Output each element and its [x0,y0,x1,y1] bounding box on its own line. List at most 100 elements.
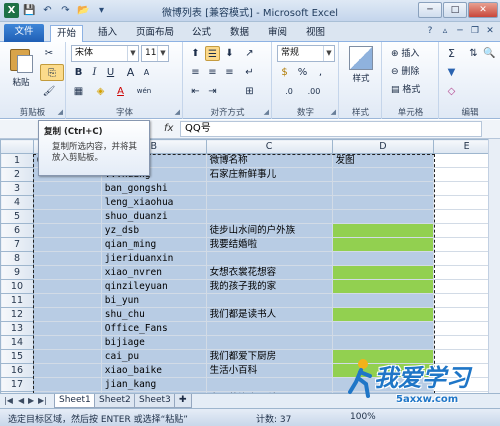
cell-d[interactable] [331,293,435,308]
row-header[interactable]: 1 [0,153,34,168]
cell-b[interactable]: jieriduanxin [100,251,207,266]
row-header[interactable]: 9 [0,265,34,280]
insert-cells-button[interactable]: ⊕ 插入 [391,46,419,59]
ribbon-minimize-icon[interactable]: ▵ [439,25,451,37]
number-dialog-launcher-icon[interactable]: ◢ [331,108,336,116]
cell-a[interactable] [32,307,102,322]
cell-c[interactable] [205,181,333,196]
alignment-dialog-launcher-icon[interactable]: ◢ [264,108,269,116]
grow-font-icon[interactable]: A [123,65,138,80]
align-left-icon[interactable]: ≡ [188,65,203,80]
underline-button[interactable]: U [103,65,118,80]
cell-b[interactable]: jian_kang [100,377,207,392]
tab-view[interactable]: 视图 [300,25,331,42]
column-header-d[interactable]: D [331,139,435,154]
row-header[interactable]: 12 [0,307,34,322]
sort-filter-icon[interactable]: ⇅ [466,46,481,61]
cell-b[interactable]: qian_ming [100,237,207,252]
italic-button[interactable]: I [87,65,102,80]
comma-icon[interactable]: , [313,65,328,80]
align-middle-icon[interactable]: ☰ [205,46,220,61]
currency-icon[interactable]: $ [277,65,292,80]
cell-d[interactable] [331,181,435,196]
cell-c[interactable]: 我的孩子我的家 [205,279,333,294]
sheet-nav-next-icon[interactable]: ▶ [28,396,34,405]
cell-b[interactable]: xiao_nvren [100,265,207,280]
cell-a[interactable] [32,181,102,196]
sheet-nav-first-icon[interactable]: |◀ [4,396,13,405]
fill-color-icon[interactable]: ◈ [93,84,108,99]
cell-b[interactable]: shuo_duanzi [100,209,207,224]
autosum-icon[interactable]: Σ [444,46,459,61]
cell-d[interactable] [331,279,435,294]
bold-button[interactable]: B [71,65,86,80]
cell-c[interactable] [205,209,333,224]
cell-d[interactable] [331,321,435,336]
row-header[interactable]: 2 [0,167,34,182]
cell-c[interactable] [205,293,333,308]
cell-a[interactable] [32,251,102,266]
align-bottom-icon[interactable]: ⬇ [222,46,237,61]
sheet-tab-2[interactable]: Sheet2 [94,394,136,408]
cell-c[interactable]: 女想衣裳花想容 [205,265,333,280]
cell-a[interactable] [32,223,102,238]
cell-d[interactable] [331,167,435,182]
row-header[interactable]: 4 [0,195,34,210]
row-header[interactable]: 15 [0,349,34,364]
cell-a[interactable] [32,209,102,224]
decrease-decimal-icon[interactable]: .00 [303,84,325,99]
number-format-combo[interactable]: 常规 ▼ [277,45,335,62]
cell-d[interactable] [331,223,435,238]
tab-data[interactable]: 数据 [224,25,255,42]
decrease-indent-icon[interactable]: ⇤ [188,84,203,99]
maximize-button[interactable]: □ [443,2,467,18]
sheet-nav-last-icon[interactable]: ▶| [38,396,47,405]
select-all-corner[interactable] [0,139,34,154]
help-icon[interactable]: ? [424,25,436,37]
percent-icon[interactable]: % [295,65,310,80]
format-cells-button[interactable]: ▤ 格式 [391,82,420,95]
tab-formulas[interactable]: 公式 [186,25,217,42]
tab-page-layout[interactable]: 页面布局 [130,25,180,42]
cell-d[interactable] [331,335,435,350]
orientation-icon[interactable]: ↗ [242,46,257,61]
cell-d[interactable] [331,265,435,280]
cell-d[interactable] [331,251,435,266]
cell-a[interactable] [32,335,102,350]
font-color-icon[interactable]: A [113,84,128,99]
sheet-nav-prev-icon[interactable]: ◀ [18,396,24,405]
cell-a[interactable] [32,265,102,280]
cell-b[interactable]: Office_Fans [100,321,207,336]
cell-c[interactable]: 我们都是读书人 [205,307,333,322]
font-size-combo[interactable]: 11 ▼ [141,45,169,62]
close-button[interactable]: ✕ [468,2,498,18]
cell-c[interactable] [205,377,333,392]
cell-a[interactable] [32,195,102,210]
find-select-icon[interactable]: 🔍 [482,46,497,61]
merge-cells-icon[interactable]: ⊞ [242,84,257,99]
column-header-c[interactable]: C [205,139,333,154]
row-header[interactable]: 17 [0,377,34,392]
cell-a[interactable] [32,279,102,294]
row-header[interactable]: 5 [0,209,34,224]
cell-c[interactable] [205,251,333,266]
cell-a[interactable] [32,237,102,252]
cell-c[interactable]: 我们都爱下厨房 [205,349,333,364]
row-header[interactable]: 14 [0,335,34,350]
tab-insert[interactable]: 插入 [92,25,123,42]
align-center-icon[interactable]: ≡ [205,65,220,80]
cell-c[interactable] [205,321,333,336]
copy-icon[interactable]: ⎘ [40,64,64,81]
formula-input[interactable]: QQ号 [180,121,482,137]
format-painter-icon[interactable]: 🖌 [40,83,58,100]
clipboard-dialog-launcher-icon[interactable]: ◢ [58,108,63,116]
cell-d[interactable] [331,307,435,322]
minimize-button[interactable]: ─ [418,2,442,18]
delete-cells-button[interactable]: ⊖ 删除 [391,64,419,77]
clear-icon[interactable]: ◇ [444,84,459,99]
tab-home[interactable]: 开始 [50,25,84,42]
align-top-icon[interactable]: ⬆ [188,46,203,61]
cell-b[interactable]: bijiage [100,335,207,350]
cell-c[interactable]: 微博名称 [205,153,333,168]
cell-c[interactable]: 生活小百科 [205,363,333,378]
